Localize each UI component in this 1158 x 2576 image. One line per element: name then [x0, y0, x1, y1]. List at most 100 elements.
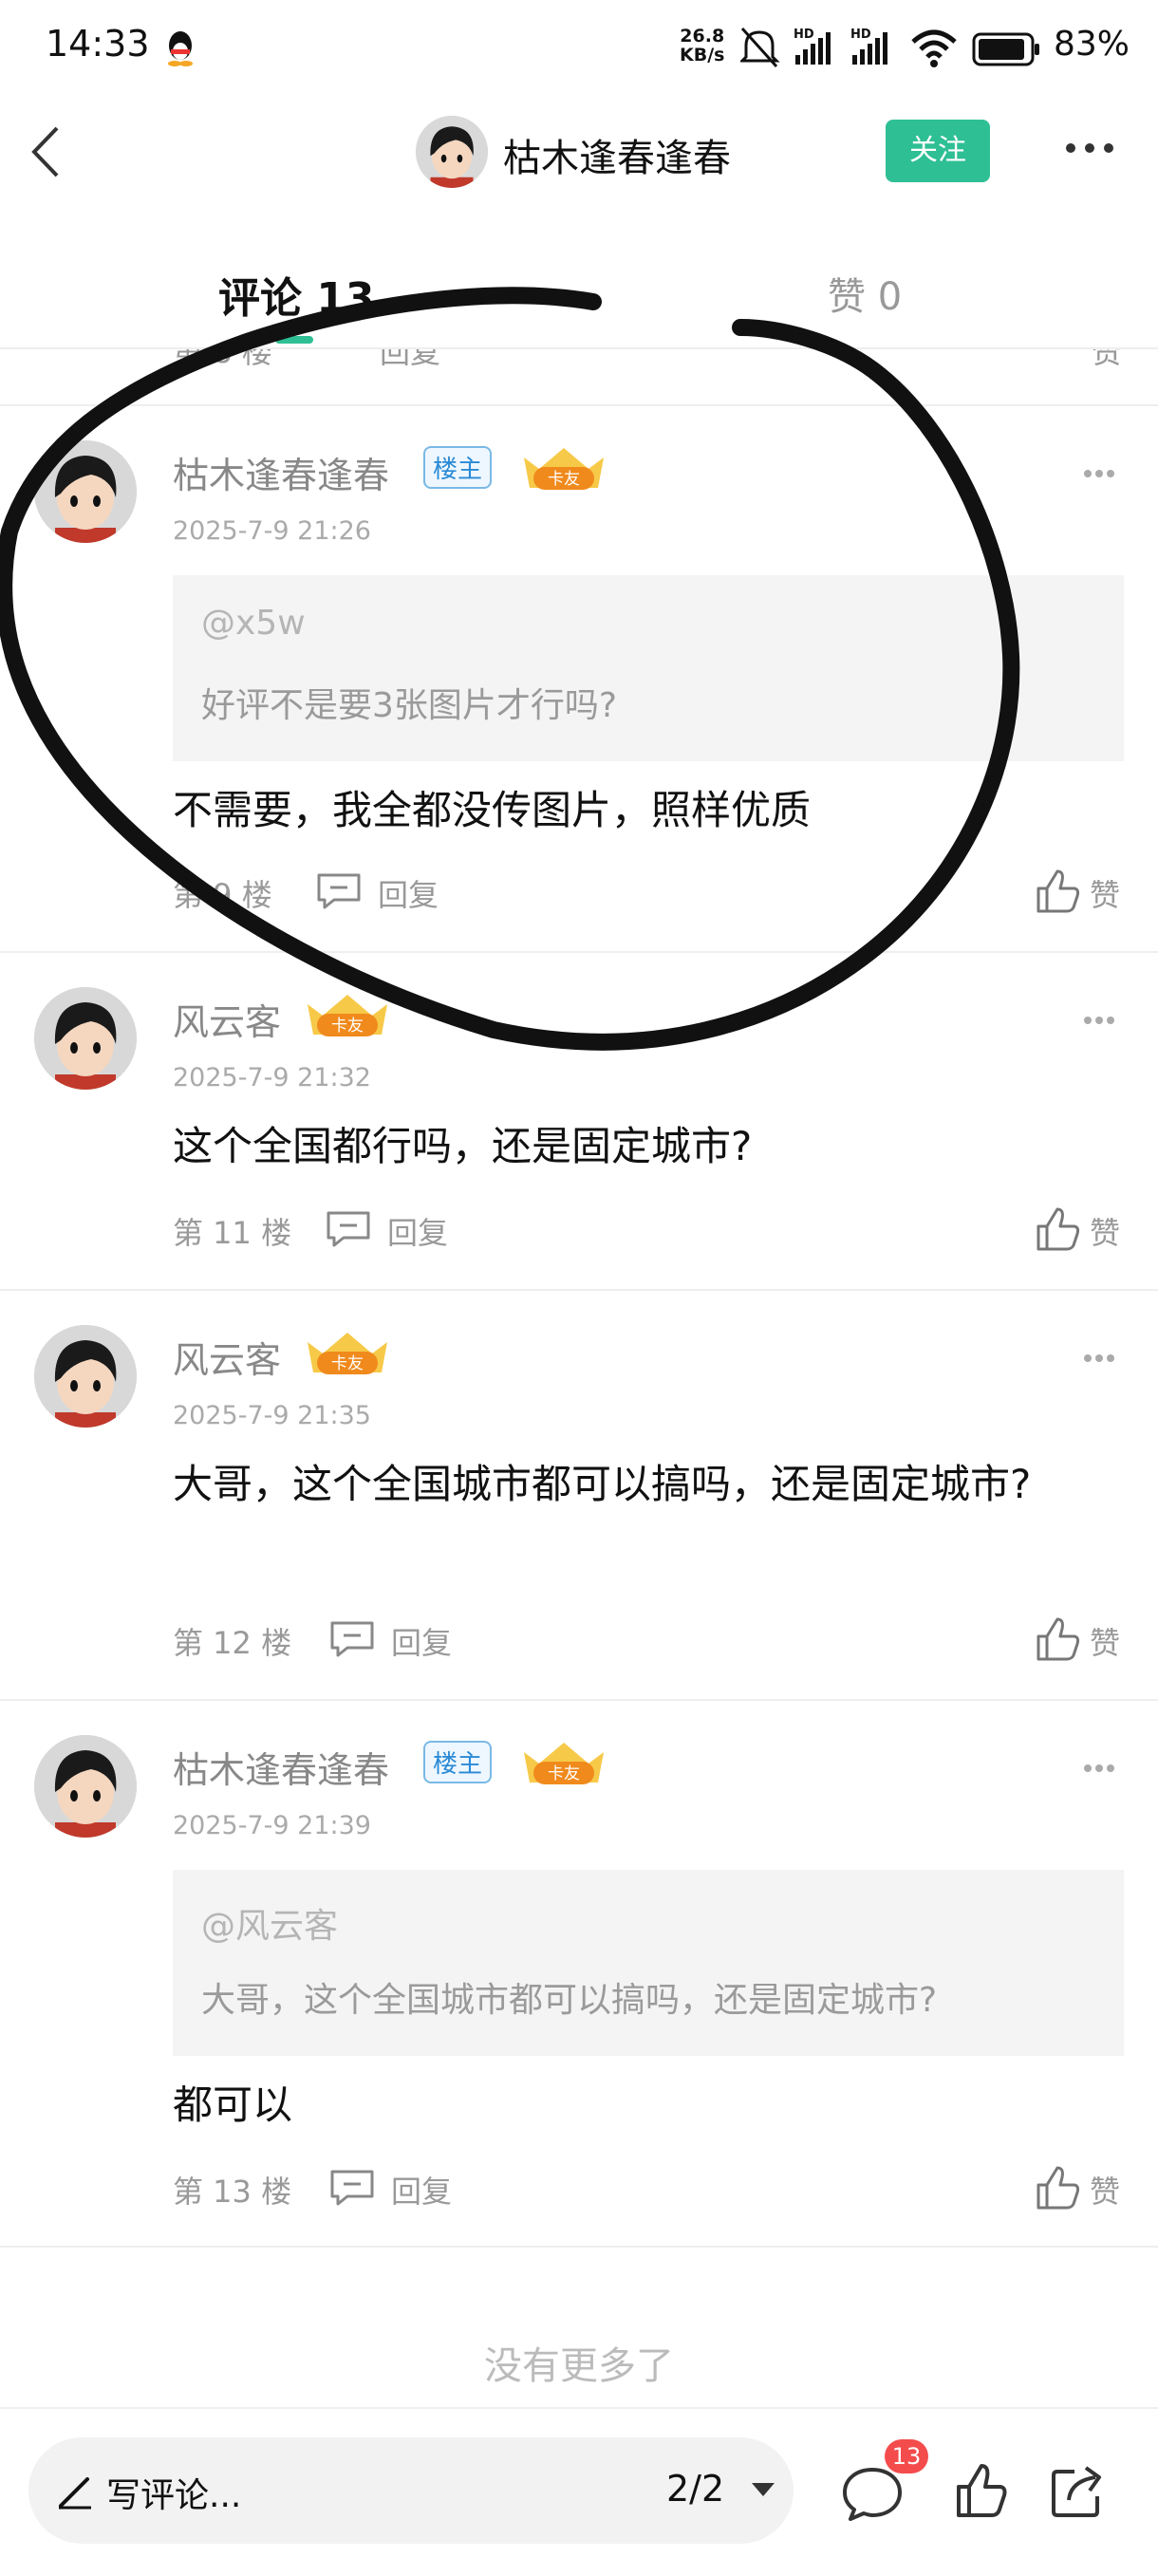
avatar-face-icon: [34, 987, 137, 1090]
reply-icon[interactable]: [328, 2168, 376, 2206]
reply-label[interactable]: 回复: [387, 1209, 448, 1253]
divider: [0, 1289, 1158, 1291]
header-avatar[interactable]: [416, 116, 488, 188]
reply-icon[interactable]: [315, 871, 363, 909]
net-speed-unit: KB/s: [680, 45, 725, 65]
floor-label: 第 8 楼: [173, 349, 272, 370]
comment-time: 2025-7-9 21:32: [173, 1063, 371, 1092]
comment-username[interactable]: 风云客: [173, 1331, 281, 1383]
svg-text:卡友: 卡友: [331, 1017, 364, 1036]
signal-icon: HD: [794, 28, 831, 65]
divider: [0, 1699, 1158, 1701]
comment-more-icon[interactable]: [1082, 1758, 1120, 1772]
divider: [0, 2246, 1158, 2248]
floor-label: 第 12 楼: [173, 1625, 292, 1661]
quote-text: 大哥，这个全国城市都可以搞吗，还是固定城市?: [201, 1981, 938, 2020]
back-arrow-icon[interactable]: [25, 119, 72, 185]
floor-label: 第 9 楼: [173, 877, 272, 913]
status-bar: 14:33 26.8 KB/s HD HD 83%: [0, 0, 1158, 95]
net-speed: 26.8 KB/s: [680, 27, 724, 65]
wifi-icon: [911, 29, 957, 67]
reply-label[interactable]: 回复: [380, 349, 440, 372]
svg-text:卡友: 卡友: [548, 1764, 580, 1783]
reply-icon[interactable]: [325, 1209, 372, 1247]
comment-text: 这个全国都行吗，还是固定城市?: [173, 1123, 753, 1169]
comment-more-icon[interactable]: [1082, 463, 1120, 477]
divider: [0, 404, 1158, 406]
partial-comment-row: 第 8 楼 回复 赞: [0, 349, 1158, 402]
quote-user: @风云客: [201, 1907, 339, 1946]
page-indicator[interactable]: 2/2: [666, 2468, 724, 2510]
reply-label[interactable]: 回复: [391, 1619, 452, 1663]
status-icons: HD HD: [740, 27, 1039, 68]
svg-text:卡友: 卡友: [548, 470, 580, 489]
tab-comments[interactable]: 评论 13: [218, 264, 375, 325]
avatar[interactable]: [34, 987, 137, 1090]
like-icon[interactable]: [955, 2462, 1008, 2519]
avatar-face-icon: [416, 116, 488, 188]
reply-label[interactable]: 回复: [378, 871, 439, 915]
quote-user: @x5w: [201, 604, 306, 643]
avatar[interactable]: [34, 1735, 137, 1838]
status-time: 14:33: [46, 23, 150, 65]
like-label[interactable]: 赞: [1092, 349, 1122, 372]
comment-more-icon[interactable]: [1082, 1010, 1120, 1024]
svg-text:卡友: 卡友: [331, 1354, 364, 1373]
more-options-icon[interactable]: [1061, 139, 1118, 161]
comment-text: 都可以: [173, 2081, 293, 2128]
pencil-icon: [59, 2477, 91, 2510]
floor-label: 第 11 楼: [173, 1215, 292, 1251]
like-icon[interactable]: [1035, 1205, 1082, 1253]
owner-badge: 楼主: [423, 446, 493, 489]
quote-text: 好评不是要3张图片才行吗?: [201, 686, 618, 725]
comment-icon[interactable]: [841, 2464, 904, 2521]
like-icon[interactable]: [1035, 2164, 1082, 2212]
signal-icon: HD: [850, 28, 887, 65]
kayou-badge: 卡友: [524, 448, 604, 490]
no-more-text: 没有更多了: [484, 2344, 674, 2388]
like-label[interactable]: 赞: [1090, 1619, 1120, 1663]
svg-text:HD: HD: [794, 28, 814, 42]
reply-icon[interactable]: [328, 1619, 376, 1657]
avatar-face-icon: [34, 1735, 137, 1838]
mute-icon: [740, 27, 780, 68]
like-label[interactable]: 赞: [1090, 871, 1120, 915]
kayou-badge: 卡友: [524, 1743, 604, 1784]
comment-input-placeholder[interactable]: 写评论...: [106, 2468, 241, 2517]
battery-icon: [972, 32, 1039, 66]
caret-down-icon[interactable]: [752, 2483, 775, 2498]
avatar-face-icon: [34, 440, 137, 543]
battery-percent: 83%: [1054, 25, 1130, 64]
avatar[interactable]: [34, 1325, 137, 1428]
avatar[interactable]: [34, 440, 137, 543]
avatar-face-icon: [34, 1325, 137, 1428]
tab-active-indicator: [275, 336, 313, 344]
divider: [0, 951, 1158, 953]
quoted-reply: @风云客 大哥，这个全国城市都可以搞吗，还是固定城市?: [173, 1870, 1124, 2056]
like-label[interactable]: 赞: [1090, 2168, 1120, 2212]
like-icon[interactable]: [1035, 1615, 1082, 1663]
owner-badge: 楼主: [423, 1741, 493, 1783]
share-icon[interactable]: [1050, 2462, 1107, 2519]
net-speed-value: 26.8: [680, 26, 725, 47]
comment-time: 2025-7-9 21:35: [173, 1401, 371, 1430]
comment-more-icon[interactable]: [1082, 1348, 1120, 1362]
follow-button[interactable]: 关注: [886, 120, 990, 182]
like-label[interactable]: 赞: [1090, 1209, 1120, 1253]
kayou-badge: 卡友: [308, 1333, 387, 1374]
comment-username[interactable]: 风云客: [173, 993, 281, 1045]
kayou-badge: 卡友: [308, 995, 387, 1036]
header-title[interactable]: 枯木逢春逢春: [503, 127, 731, 182]
comment-text: 大哥，这个全国城市都可以搞吗，还是固定城市?: [173, 1461, 1032, 1507]
comment-username[interactable]: 枯木逢春逢春: [173, 446, 389, 498]
tab-likes[interactable]: 赞 0: [828, 266, 902, 321]
qq-icon: [168, 31, 193, 66]
reply-label[interactable]: 回复: [391, 2168, 452, 2212]
comment-time: 2025-7-9 21:39: [173, 1811, 371, 1840]
svg-text:HD: HD: [850, 28, 871, 42]
comment-username[interactable]: 枯木逢春逢春: [173, 1741, 389, 1793]
comment-time: 2025-7-9 21:26: [173, 516, 371, 546]
quoted-reply: @x5w 好评不是要3张图片才行吗?: [173, 575, 1124, 761]
comment-text: 不需要，我全都没传图片，照样优质: [173, 787, 812, 833]
like-icon[interactable]: [1035, 868, 1082, 915]
